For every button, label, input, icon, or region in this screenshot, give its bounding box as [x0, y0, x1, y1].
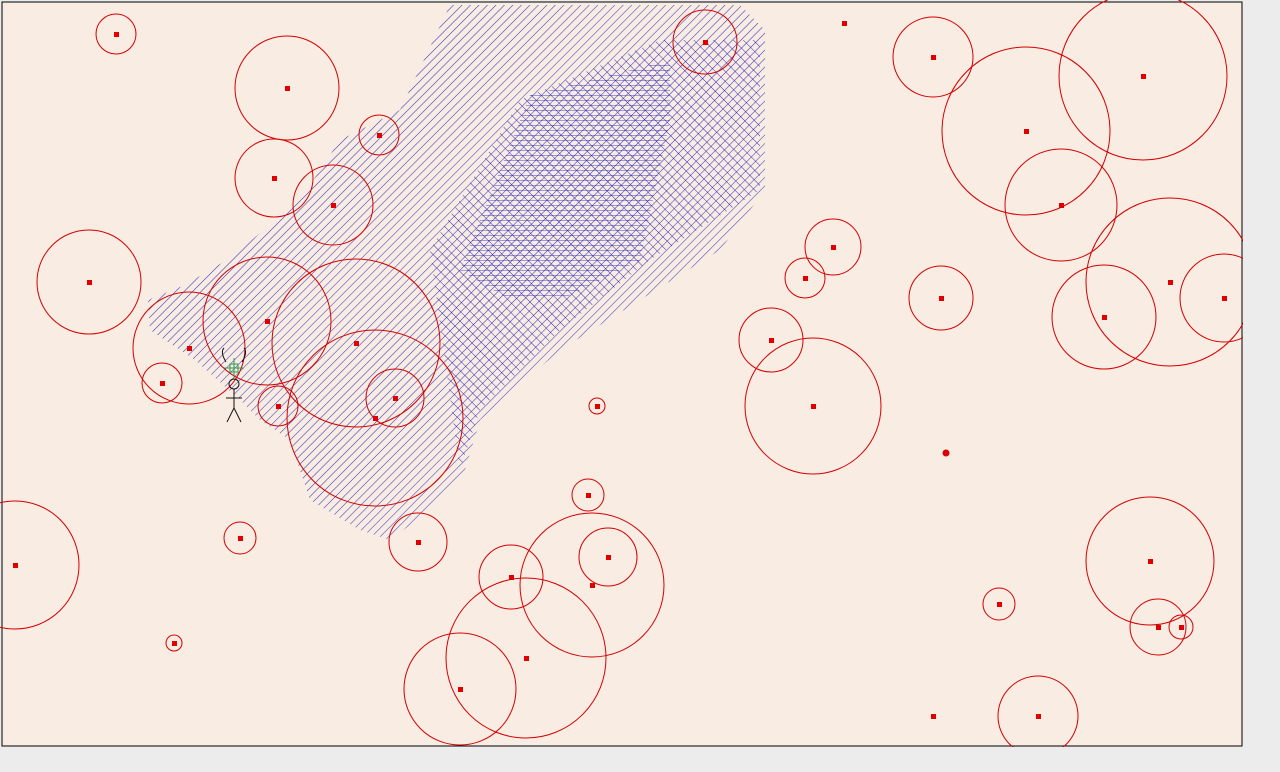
obstacle-center [331, 203, 336, 208]
goal-marker [942, 449, 950, 457]
obstacle-center [1141, 74, 1146, 79]
obstacle-center [931, 55, 936, 60]
obstacle-center [172, 641, 177, 646]
obstacle-center [590, 583, 595, 588]
obstacle-center [1036, 714, 1041, 719]
obstacle-center [276, 404, 281, 409]
obstacle-center [265, 319, 270, 324]
obstacle-center [114, 32, 119, 37]
obstacle-center [1102, 315, 1107, 320]
simulation-viewport[interactable] [0, 0, 1280, 768]
obstacle-center [1222, 296, 1227, 301]
obstacle-center [13, 563, 18, 568]
obstacle-center [187, 346, 192, 351]
obstacle-center [1059, 203, 1064, 208]
simulation-canvas[interactable] [0, 0, 1280, 768]
obstacle-center [458, 687, 463, 692]
obstacle-center [1156, 625, 1161, 630]
obstacle-center [931, 714, 936, 719]
obstacle-center [1179, 625, 1184, 630]
obstacle-center [1168, 280, 1173, 285]
window-frame-bottom [0, 747, 1280, 768]
obstacle-center [811, 404, 816, 409]
obstacle-center [1148, 559, 1153, 564]
obstacle-center [285, 86, 290, 91]
obstacle-center [238, 536, 243, 541]
obstacle-center [160, 381, 165, 386]
obstacle-center [606, 555, 611, 560]
obstacle-center [416, 540, 421, 545]
obstacle-center [87, 280, 92, 285]
obstacle-center [595, 404, 600, 409]
obstacle-center [1024, 129, 1029, 134]
obstacle-center [354, 341, 359, 346]
window-frame-right [1243, 0, 1280, 768]
obstacle-center [703, 40, 708, 45]
obstacle-center [939, 296, 944, 301]
obstacle-center [997, 602, 1002, 607]
obstacle-center [377, 133, 382, 138]
obstacle-center [803, 276, 808, 281]
obstacle-center [769, 338, 774, 343]
obstacle-center [586, 493, 591, 498]
obstacle-center [831, 245, 836, 250]
obstacle-center [524, 656, 529, 661]
obstacle-center [272, 176, 277, 181]
obstacle-center [393, 396, 398, 401]
obstacle-center [842, 21, 847, 26]
obstacle-center [373, 416, 378, 421]
